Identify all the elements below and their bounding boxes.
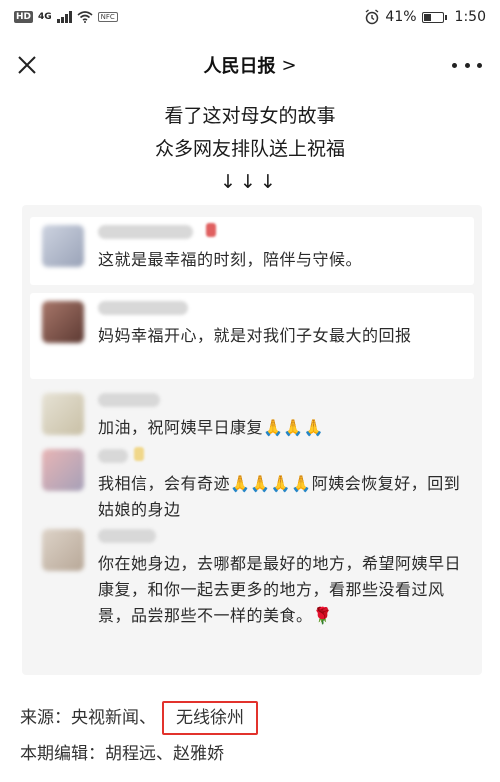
close-icon[interactable] <box>14 52 40 78</box>
article-headline: 看了这对母女的故事 众多网友排队送上祝福 ↓↓↓ <box>0 100 500 199</box>
source-name-2-highlighted: 无线徐州 <box>162 701 258 735</box>
avatar <box>42 393 84 435</box>
nav-bar: 人民日报 > <box>0 40 500 90</box>
chevron-right-icon: > <box>281 54 297 76</box>
wifi-icon <box>77 11 93 23</box>
comment-item: 加油，祝阿姨早日康复🙏🙏🙏 <box>30 385 474 441</box>
comment-item: 我相信，会有奇迹🙏🙏🙏🙏阿姨会恢复好，回到姑娘的身边 <box>30 441 474 519</box>
comment-text: 你在她身边，去哪都是最好的地方，希望阿姨早日康复，和你一起去更多的地方，看那些没… <box>98 554 462 625</box>
comment-item: 你在她身边，去哪都是最好的地方，希望阿姨早日康复，和你一起去更多的地方，看那些没… <box>30 521 474 661</box>
status-bar: HD 4G NFC 41% 1:50 <box>0 0 500 34</box>
down-arrows: ↓↓↓ <box>220 171 280 193</box>
status-right: 41% 1:50 <box>364 9 486 25</box>
alarm-icon <box>365 9 379 25</box>
signal-icon <box>56 11 72 23</box>
comments-screenshot: 这就是最幸福的时刻，陪伴与守候。 妈妈幸福开心，就是对我们子女最大的回报 加油，… <box>22 205 482 675</box>
username-blurred <box>98 529 156 543</box>
network-type: 4G <box>38 12 52 22</box>
headline-line-2: 众多网友排队送上祝福 <box>154 138 345 160</box>
battery-icon <box>421 11 447 23</box>
status-left: HD 4G NFC <box>14 11 118 23</box>
username-blurred <box>98 393 160 407</box>
comment-text: 加油，祝阿姨早日康复🙏🙏🙏 <box>98 418 325 437</box>
comment-text: 妈妈幸福开心，就是对我们子女最大的回报 <box>98 326 412 345</box>
headline-line-1: 看了这对母女的故事 <box>164 105 336 127</box>
username-blurred <box>98 301 188 315</box>
more-options-icon[interactable] <box>452 52 482 78</box>
nfc-icon: NFC <box>97 12 118 22</box>
username-blurred <box>98 225 193 239</box>
hd-badge: HD <box>14 11 34 23</box>
editor-row: 本期编辑： 胡程远、赵雅娇 <box>20 736 480 772</box>
comment-text: 这就是最幸福的时刻，陪伴与守候。 <box>98 250 363 269</box>
badge-blurred <box>134 447 144 461</box>
comment-item: 妈妈幸福开心，就是对我们子女最大的回报 <box>30 293 474 379</box>
avatar <box>42 225 84 267</box>
battery-percent: 41% <box>385 9 417 25</box>
clock: 1:50 <box>454 9 486 25</box>
account-name: 人民日报 <box>203 56 276 77</box>
badge-blurred <box>206 223 216 237</box>
avatar <box>42 449 84 491</box>
username-blurred <box>98 449 128 463</box>
article-footer: 来源： 央视新闻、 无线徐州 本期编辑： 胡程远、赵雅娇 <box>20 700 480 772</box>
avatar <box>42 301 84 343</box>
comment-item: 这就是最幸福的时刻，陪伴与守候。 <box>30 217 474 285</box>
editor-label: 本期编辑： <box>20 744 105 764</box>
account-title[interactable]: 人民日报 > <box>203 52 296 78</box>
source-row: 来源： 央视新闻、 无线徐州 <box>20 700 480 736</box>
avatar <box>42 529 84 571</box>
editor-names: 胡程远、赵雅娇 <box>105 744 224 764</box>
source-name-1: 央视新闻、 <box>71 708 156 728</box>
comment-text: 我相信，会有奇迹🙏🙏🙏🙏阿姨会恢复好，回到姑娘的身边 <box>98 474 461 519</box>
source-label: 来源： <box>20 708 71 728</box>
